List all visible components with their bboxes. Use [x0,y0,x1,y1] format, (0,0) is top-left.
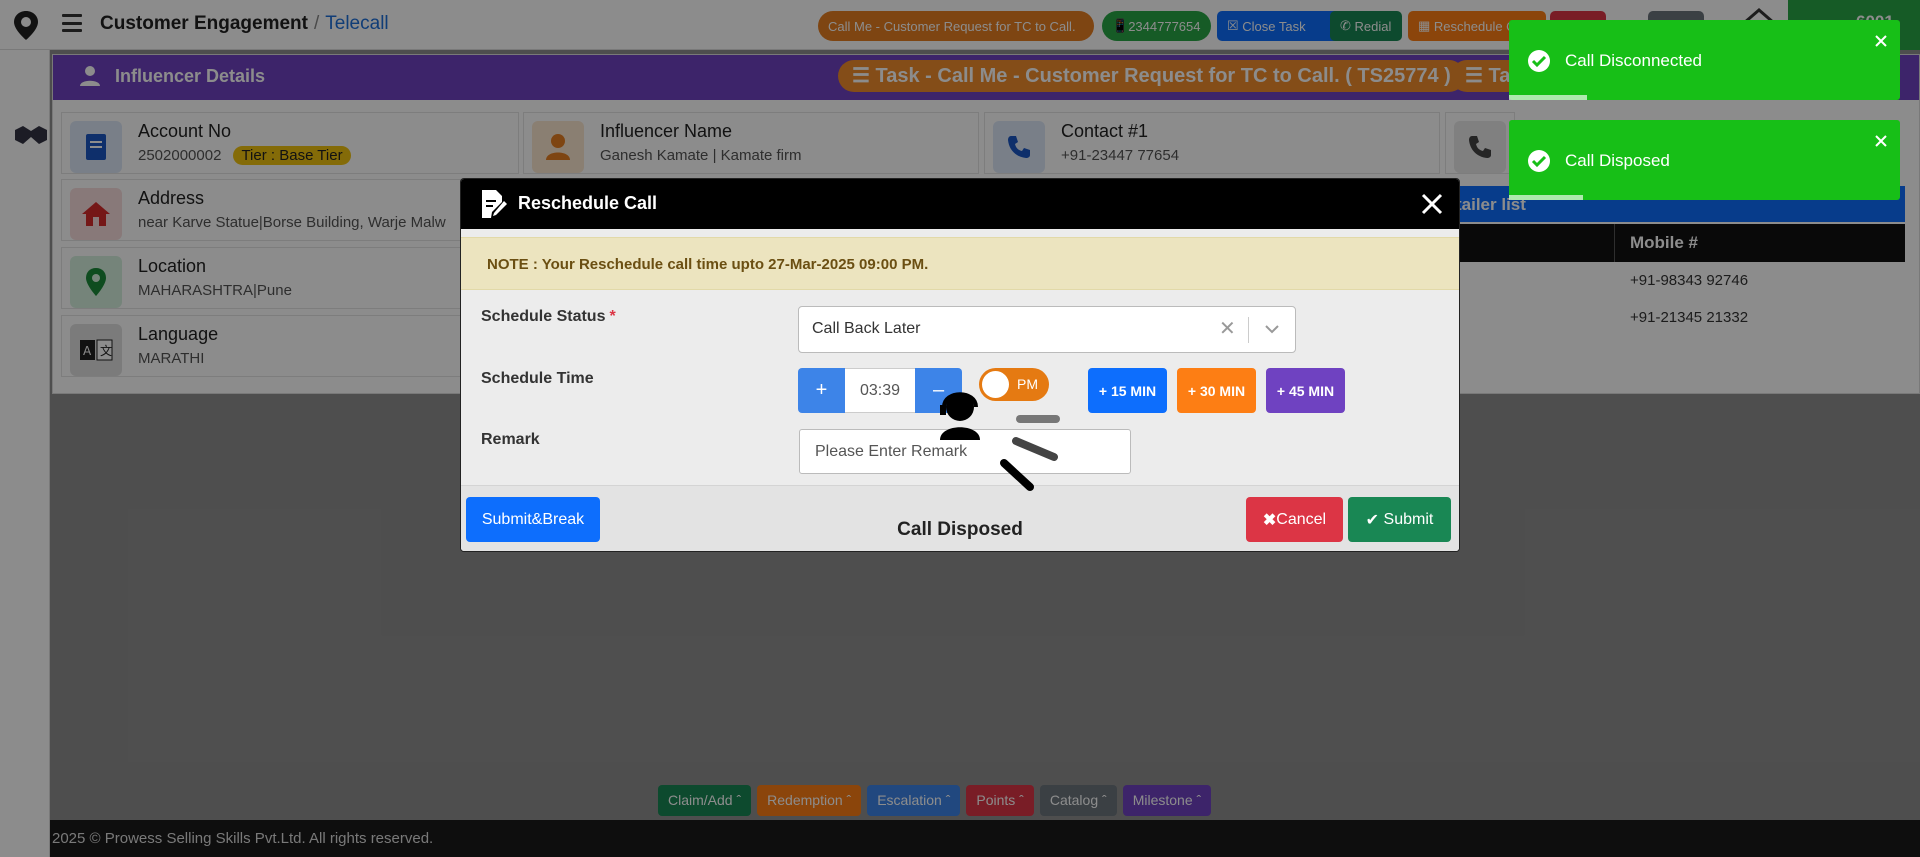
time-increment-button[interactable]: + [798,368,845,413]
call-status-text: Call Disposed [897,519,1023,540]
edit-doc-icon [482,190,507,218]
time-value[interactable]: 03:39 [845,368,915,413]
check-circle-icon [1528,150,1550,172]
toast-call-disposed: Call Disposed [1509,120,1900,200]
close-icon[interactable] [1874,34,1888,48]
schedule-status-select[interactable]: Call Back Later ✕ [798,306,1296,353]
add-30-min-button[interactable]: + 30 MIN [1177,368,1256,413]
remark-label: Remark [481,431,540,448]
schedule-status-label: Schedule Status * [481,308,616,325]
close-icon[interactable] [1874,134,1888,148]
close-icon[interactable] [1419,191,1445,217]
check-circle-icon [1528,50,1550,72]
add-45-min-button[interactable]: + 45 MIN [1266,368,1345,413]
toast-progress [1509,95,1588,100]
modal-title: Reschedule Call [518,193,658,213]
schedule-time-label: Schedule Time [481,370,594,387]
reschedule-note: NOTE : Your Reschedule call time upto 27… [461,237,1459,290]
clear-icon[interactable]: ✕ [1219,319,1236,339]
modal-header: Reschedule Call [461,179,1459,229]
chevron-down-icon[interactable] [1264,321,1280,337]
toast-call-disconnected: Call Disconnected [1509,20,1900,100]
toast-progress [1509,195,1584,200]
add-15-min-button[interactable]: + 15 MIN [1088,368,1167,413]
headset-agent-icon [940,392,1060,491]
